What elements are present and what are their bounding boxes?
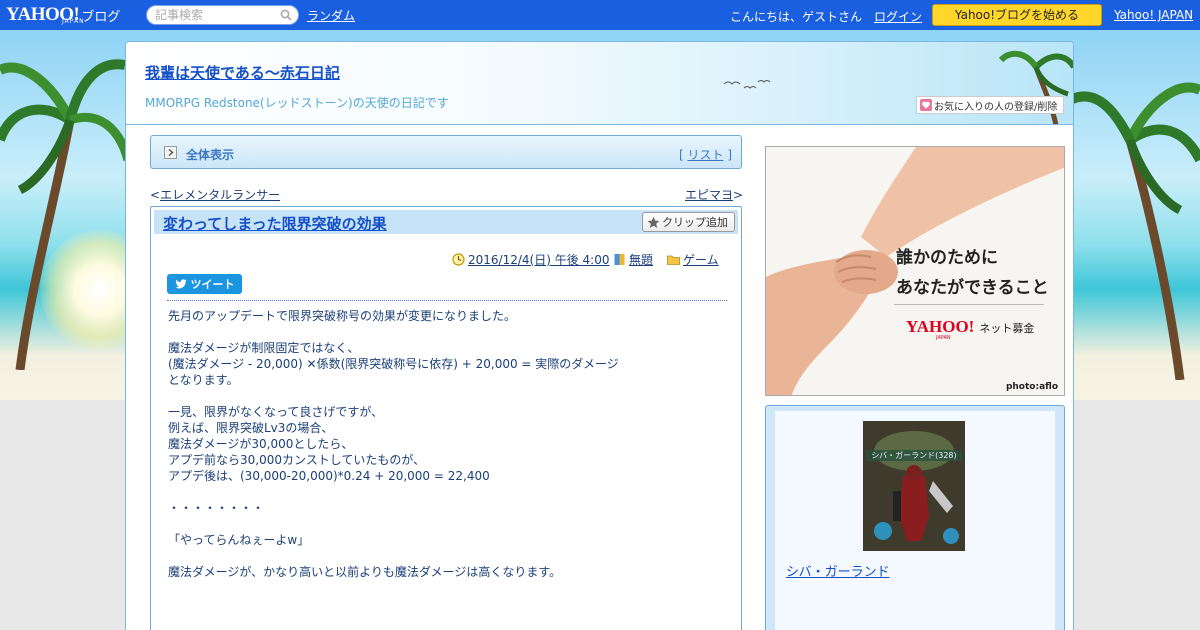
list-view-link[interactable]: リスト (687, 148, 723, 162)
palm-tree-right-image (1070, 82, 1200, 380)
palm-tree-left-image (0, 59, 130, 370)
prev-article-link[interactable]: エレメンタルランサー (160, 188, 280, 202)
ad-rule (894, 304, 1044, 305)
all-view-label[interactable]: 全体表示 (186, 146, 234, 163)
article-category-link[interactable]: ゲーム (683, 251, 719, 268)
favorite-register-label: お気に入りの人の登録/削除 (934, 101, 1058, 113)
ad-cause-text: ネット募金 (979, 322, 1035, 335)
arrow-box-icon (164, 146, 177, 159)
article-body-line: アプデ前なら30,000カンストしていたものが、 (168, 453, 426, 467)
article-body-line: 魔法ダメージが制限固定ではなく、 (168, 341, 360, 355)
heart-icon (920, 99, 932, 111)
profile-inner: シバ・ガーランド(328) シバ・ガーランド (775, 411, 1055, 630)
profile-image-caption: シバ・ガーランド(328) (866, 450, 962, 461)
ad-yahoo-logo: YAHOO! JAPAN ネット募金 (906, 317, 1035, 341)
favorite-register-button[interactable]: お気に入りの人の登録/削除 (916, 96, 1064, 114)
profile-name-link[interactable]: シバ・ガーランド (786, 561, 890, 580)
game-character-image (863, 421, 965, 551)
logo-blog-text: ブログ (81, 9, 121, 25)
article-body-line (168, 484, 728, 500)
donation-ad-banner[interactable]: 誰かのために あなたができること YAHOO! JAPAN ネット募金 phot… (765, 146, 1065, 396)
article-body-line: 魔法ダメージが30,000としたら、 (168, 437, 354, 451)
article-body-line: 例えば、限界突破Lv3の場合、 (168, 421, 334, 435)
article-title-bar: 変わってしまった限界突破の効果 クリップ追加 (154, 210, 738, 234)
next-arrow: > (733, 188, 744, 202)
yahoo-top-bar: YAHOO! JAPAN ブログ ランダム こんにちは、ゲストさん ログイン Y… (0, 0, 1200, 30)
article-body-line (168, 516, 728, 532)
article-category-meta: ゲーム (667, 251, 719, 268)
ad-copy-line1: 誰かのために (896, 248, 998, 268)
profile-panel: シバ・ガーランド(328) シバ・ガーランド (765, 405, 1065, 630)
article-body: 先月のアップデートで限界突破称号の効果が変更になりました。 魔法ダメージが制限固… (168, 308, 728, 580)
blog-description: MMORPG Redstone(レッドストーン)の天使の日記です (145, 96, 449, 110)
article-body-line: 一見、限界がなくなって良さげですが、 (168, 405, 384, 419)
article-divider (167, 300, 727, 301)
article-theme-meta: 無題 (613, 251, 653, 268)
article-search-input[interactable] (147, 6, 277, 24)
article-body-line: 先月のアップデートで限界突破称号の効果が変更になりました。 (168, 309, 517, 323)
prev-arrow: < (150, 188, 161, 202)
start-blog-button[interactable]: Yahoo!ブログを始める (932, 4, 1102, 26)
article-search-box (146, 5, 299, 25)
article-panel: 変わってしまった限界突破の効果 クリップ追加 2016/12/4(日) 午後 4… (150, 206, 742, 630)
tweet-label: ツイート (190, 278, 235, 291)
clip-add-label: クリップ追加 (662, 216, 728, 229)
login-link[interactable]: ログイン (874, 8, 922, 25)
profile-avatar[interactable]: シバ・ガーランド(328) (863, 421, 965, 551)
ad-brand-text: YAHOO! (906, 317, 975, 336)
tweet-button[interactable]: ツイート (167, 274, 242, 294)
twitter-bird-icon (175, 279, 186, 289)
article-body-line (168, 324, 728, 340)
next-article-link[interactable]: エピマヨ (685, 188, 733, 202)
prev-article-nav: <エレメンタルランサー (150, 186, 280, 203)
article-title-link[interactable]: 変わってしまった限界突破の効果 (163, 213, 387, 234)
list-view-group: [ リスト ] (679, 146, 732, 163)
article-body-line (168, 548, 728, 564)
yahoo-japan-link[interactable]: Yahoo! JAPAN (1114, 8, 1193, 22)
article-body-line: 「やってらんねぇーよw」 (168, 533, 310, 547)
article-body-line: 魔法ダメージが、かなり高いと以前よりも魔法ダメージは高くなります。 (168, 565, 562, 579)
ad-copy-line2: あなたができること (896, 278, 1049, 298)
article-body-line: アプデ後は、(30,000-20,000)*0.24 + 20,000 = 22… (168, 469, 490, 483)
article-body-line: ・・・・・・・・ (168, 501, 265, 515)
random-link[interactable]: ランダム (307, 7, 355, 24)
clip-add-button[interactable]: クリップ追加 (642, 212, 735, 232)
ad-copy: 誰かのために あなたができること (896, 243, 1049, 303)
birds-image (723, 80, 771, 89)
ad-photo-credit: photo:aflo (1005, 382, 1058, 392)
article-body-line: (魔法ダメージ - 20,000) ✕係数(限界突破称号に依存) + 20,00… (168, 357, 619, 371)
star-icon (647, 216, 660, 228)
guest-greeting: こんにちは、ゲストさん (730, 10, 863, 24)
folder-icon (667, 255, 680, 265)
all-view-bar: 全体表示 [ リスト ] (150, 135, 742, 169)
clock-icon (452, 253, 465, 266)
list-bracket-close: ] (723, 148, 732, 162)
ad-brand-sub: JAPAN (936, 335, 951, 341)
next-article-nav: エピマヨ> (685, 186, 743, 203)
blog-frame: 我輩は天使である～赤石日記 MMORPG Redstone(レッドストーン)の天… (125, 41, 1074, 630)
yahoo-blog-logo[interactable]: YAHOO! JAPAN ブログ (6, 2, 140, 28)
blog-title-link[interactable]: 我輩は天使である～赤石日記 (145, 62, 340, 83)
article-theme-link[interactable]: 無題 (629, 251, 653, 268)
logo-sub-text: JAPAN (62, 18, 85, 25)
article-date-meta: 2016/12/4(日) 午後 4:00 (452, 251, 609, 268)
search-icon[interactable] (280, 9, 292, 21)
book-icon (614, 254, 625, 265)
article-body-line (168, 388, 728, 404)
blog-header: 我輩は天使である～赤石日記 MMORPG Redstone(レッドストーン)の天… (126, 42, 1073, 125)
article-body-line: となります。 (168, 373, 239, 387)
article-date-link[interactable]: 2016/12/4(日) 午後 4:00 (468, 251, 609, 268)
